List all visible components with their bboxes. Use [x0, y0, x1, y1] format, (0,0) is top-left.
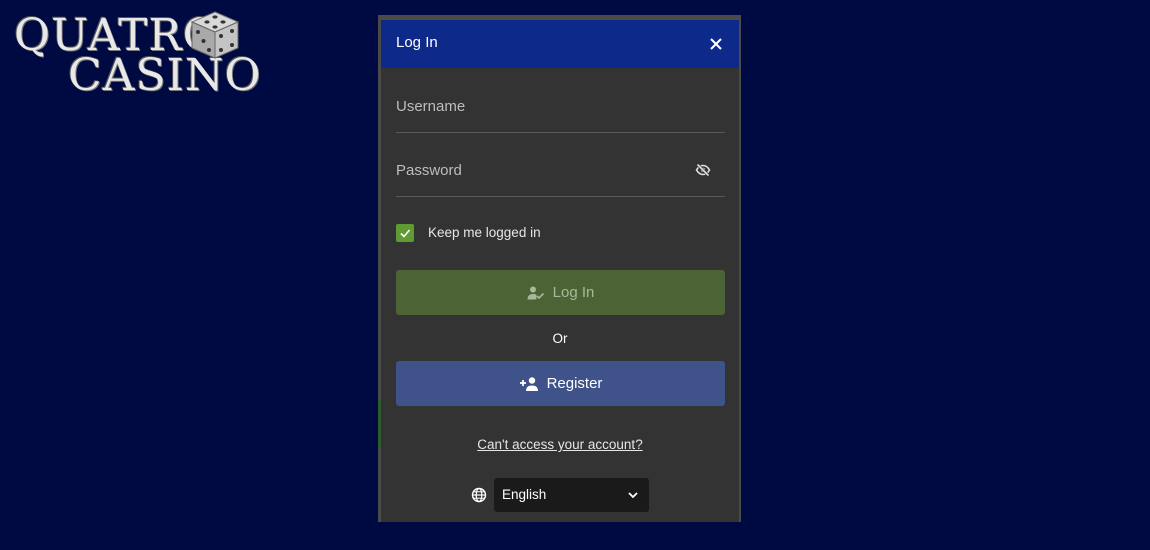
password-input[interactable] [396, 158, 686, 182]
quatro-casino-logo[interactable]: QUATRO CASINO [12, 8, 261, 98]
globe-icon [471, 487, 487, 503]
add-user-icon [519, 376, 538, 391]
login-button[interactable]: Log In [396, 270, 725, 315]
keep-logged-in-checkbox[interactable] [396, 224, 414, 242]
user-check-icon [527, 286, 544, 299]
register-button-label: Register [546, 375, 603, 392]
modal-header: Log In [381, 20, 739, 68]
username-field [396, 88, 725, 133]
eye-off-icon[interactable] [695, 162, 711, 178]
language-row: English [471, 478, 651, 512]
username-input[interactable] [396, 94, 686, 118]
or-divider: Or [552, 331, 568, 346]
check-icon [400, 229, 411, 238]
language-selected-value: English [502, 487, 547, 502]
cant-access-link[interactable]: Can't access your account? [477, 437, 642, 452]
register-button[interactable]: Register [396, 361, 725, 406]
language-select[interactable]: English [494, 478, 649, 512]
password-field [396, 152, 725, 197]
cant-access-container: Can't access your account? [381, 434, 739, 453]
login-modal: Log In Keep me logged in Log [381, 20, 739, 522]
dice-icon [190, 11, 240, 59]
login-button-label: Log In [552, 284, 595, 301]
modal-title: Log In [396, 34, 438, 51]
keep-logged-in-label: Keep me logged in [428, 225, 541, 240]
chevron-down-icon [628, 492, 638, 499]
close-icon[interactable] [707, 35, 725, 53]
